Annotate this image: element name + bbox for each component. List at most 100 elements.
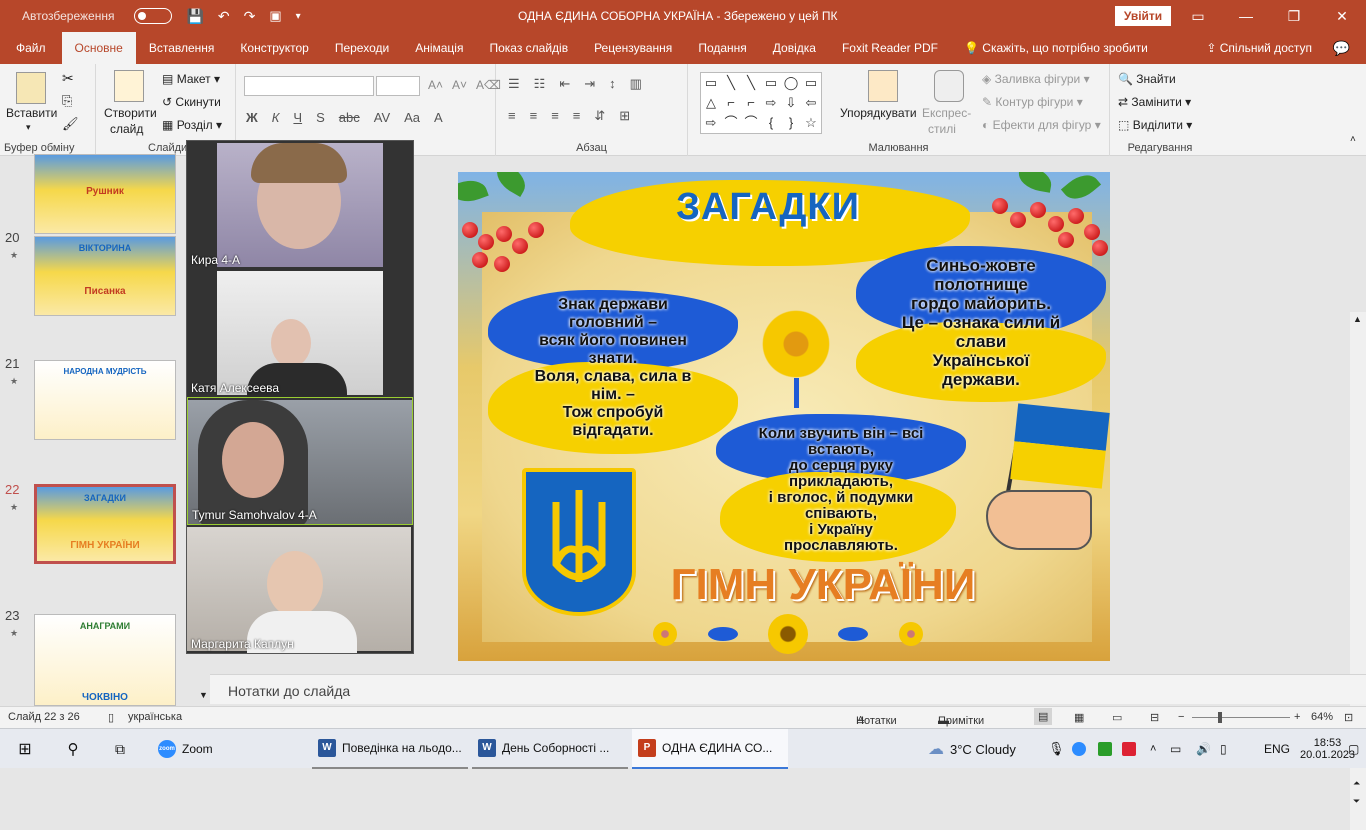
change-case-button[interactable]: Aa — [404, 110, 420, 125]
save-icon[interactable]: 💾 — [186, 8, 203, 25]
riddle-3-text[interactable]: Коли звучить він – всі встають, до серця… — [716, 426, 966, 554]
slide-canvas[interactable]: ЗАГАДКИ Знак держави головний – всяк йог… — [458, 172, 1110, 661]
align-left-icon[interactable]: ≡ — [508, 108, 516, 124]
reading-view-icon[interactable]: ▭ — [1112, 711, 1122, 724]
shape-fill-button[interactable]: ◈ Заливка фігури ▾ — [982, 72, 1090, 86]
weather-widget[interactable]: ☁ 3°C Cloudy — [928, 729, 1016, 769]
next-slide-icon[interactable]: ⏷ — [1353, 796, 1360, 807]
shape-item[interactable]: ⇦ — [801, 93, 821, 113]
notes-pane[interactable]: Нотатки до слайда — [210, 674, 1366, 704]
redo-icon[interactable]: ↷ — [244, 8, 256, 25]
shape-item[interactable]: ◯ — [781, 73, 801, 93]
comments-icon[interactable]: 💬 — [1333, 32, 1350, 64]
tab-help[interactable]: Довідка — [760, 32, 829, 64]
bold-button[interactable]: Ж — [246, 110, 258, 125]
ribbon-display-icon[interactable]: ▭ — [1174, 0, 1222, 32]
shape-item[interactable]: ▭ — [761, 73, 781, 93]
shape-item[interactable]: △ — [701, 93, 721, 113]
slide-thumbnail-19[interactable]: Рушник — [34, 154, 176, 234]
prev-slide-icon[interactable]: ⏶ — [1353, 778, 1360, 789]
zoom-out-icon[interactable]: − — [1178, 711, 1184, 723]
riddle-2-text[interactable]: Синьо-жовте полотнище гордо майорить. Це… — [868, 256, 1094, 389]
zoom-slider-thumb[interactable] — [1218, 712, 1222, 723]
cut-icon[interactable]: ✂ — [62, 70, 74, 87]
clock[interactable]: 18:53 20.01.2023 — [1300, 729, 1355, 769]
taskbar-app-powerpoint[interactable]: P ОДНА ЄДИНА СО... — [632, 729, 788, 769]
shape-item[interactable]: ⌐ — [721, 93, 741, 113]
slide-thumbnail-23[interactable]: АНАГРАМИ ЧОКВІНО — [34, 614, 176, 706]
shape-effects-button[interactable]: ◐ Ефекти для фігур ▾ — [982, 118, 1101, 132]
tab-home[interactable]: Основне — [61, 32, 136, 64]
underline-button[interactable]: Ч — [293, 110, 302, 125]
shape-item[interactable]: ⇨ — [761, 93, 781, 113]
minimize-icon[interactable]: — — [1222, 0, 1270, 32]
scroll-up-icon[interactable]: ▲ — [1353, 314, 1362, 324]
shape-item[interactable]: ⇩ — [781, 93, 801, 113]
reset-button[interactable]: ↺ Скинути — [162, 95, 221, 109]
shape-item[interactable]: { — [761, 113, 781, 133]
video-tile[interactable]: Кира 4-А — [187, 141, 413, 269]
slide-thumbnail-21[interactable]: НАРОДНА МУДРІСТЬ — [34, 360, 176, 440]
video-tile[interactable]: Катя Алексеева — [187, 269, 413, 397]
new-slide-icon[interactable] — [114, 70, 144, 102]
paste-dropdown-icon[interactable]: ▾ — [26, 122, 31, 133]
shape-item[interactable]: ▭ — [801, 73, 821, 93]
slide-title[interactable]: ЗАГАДКИ — [663, 186, 873, 229]
taskbar-app-zoom[interactable]: zoom Zoom — [152, 729, 308, 769]
format-painter-icon[interactable]: 🖌 — [62, 116, 79, 132]
start-button[interactable]: ⊞ — [10, 729, 40, 769]
slideshow-icon[interactable]: ▣ — [269, 8, 281, 24]
slide-sorter-icon[interactable]: ▦ — [1074, 711, 1084, 724]
video-tile[interactable]: Маргарита Каплун — [187, 525, 413, 653]
text-direction-icon[interactable]: ⇵ — [594, 108, 605, 124]
hymn-title[interactable]: ГІМН УКРАЇНИ — [658, 560, 988, 610]
new-slide-label2[interactable]: слайд — [110, 122, 143, 136]
section-button[interactable]: ▦ Розділ ▾ — [162, 118, 222, 132]
shape-item[interactable]: ⇨ — [701, 113, 721, 133]
arrange-button[interactable]: Упорядкувати — [840, 106, 917, 120]
numbering-icon[interactable]: ☷ — [534, 76, 546, 92]
tab-review[interactable]: Рецензування — [581, 32, 685, 64]
notifications-icon[interactable]: ▢ — [1348, 729, 1359, 769]
show-hidden-icons[interactable]: ˄ — [1150, 729, 1156, 769]
find-button[interactable]: 🔍 Знайти — [1118, 72, 1176, 86]
italic-button[interactable]: К — [272, 110, 280, 125]
search-button[interactable]: ⚲ — [60, 729, 86, 769]
columns-icon[interactable]: ▥ — [630, 76, 642, 92]
share-button[interactable]: ⇪ Спільний доступ — [1206, 32, 1312, 64]
increase-indent-icon[interactable]: ⇥ — [584, 76, 595, 92]
char-spacing-button[interactable]: AV — [374, 110, 390, 125]
maximize-icon[interactable]: ❐ — [1270, 0, 1318, 32]
tab-design[interactable]: Конструктор — [227, 32, 321, 64]
align-center-icon[interactable]: ≡ — [530, 108, 538, 124]
tab-file[interactable]: Файл — [0, 32, 62, 64]
increase-font-icon[interactable]: A˄ — [428, 78, 443, 92]
slide-thumbnail-22[interactable]: ЗАГАДКИ ГІМН УКРАЇНИ — [34, 484, 176, 564]
select-button[interactable]: ⬚ Виділити ▾ — [1118, 118, 1192, 132]
tab-view[interactable]: Подання — [685, 32, 759, 64]
justify-icon[interactable]: ≡ — [573, 108, 581, 124]
font-name-input[interactable] — [244, 76, 374, 96]
shape-outline-button[interactable]: ✎ Контур фігури ▾ — [982, 95, 1083, 109]
microphone-icon[interactable]: 🎙 — [1048, 729, 1065, 769]
riddle-1-text[interactable]: Знак держави головний – всяк його повине… — [488, 296, 738, 440]
decrease-indent-icon[interactable]: ⇤ — [559, 76, 570, 92]
layout-button[interactable]: ▤ Макет ▾ — [162, 72, 220, 86]
zoom-video-gallery[interactable]: Кира 4-А Катя Алексеева Tymur Samohvalov… — [186, 140, 414, 654]
tab-insert[interactable]: Вставлення — [136, 32, 228, 64]
shape-item[interactable]: ▭ — [701, 73, 721, 93]
undo-icon[interactable]: ↶ — [218, 8, 230, 25]
slideshow-view-icon[interactable]: ⊟ — [1150, 711, 1159, 724]
taskbar-app-word-2[interactable]: W День Соборності ... — [472, 729, 628, 769]
spellcheck-icon[interactable]: ▯ — [108, 711, 114, 724]
network-icon[interactable]: ▭ — [1170, 729, 1181, 769]
strikethrough-button[interactable]: abc — [339, 110, 360, 125]
slide-thumbnail-20[interactable]: ВІКТОРИНА Писанка — [34, 236, 176, 316]
zoom-in-icon[interactable]: + — [1294, 711, 1300, 723]
replace-button[interactable]: ⇄ Замінити ▾ — [1118, 95, 1191, 109]
quick-styles-label2[interactable]: стилі — [928, 122, 956, 136]
language-switch[interactable]: ENG — [1264, 729, 1290, 769]
arrange-icon[interactable] — [868, 70, 898, 102]
taskbar-app-word-1[interactable]: W Поведінка на льодо... — [312, 729, 468, 769]
quick-styles-icon[interactable] — [934, 70, 964, 102]
